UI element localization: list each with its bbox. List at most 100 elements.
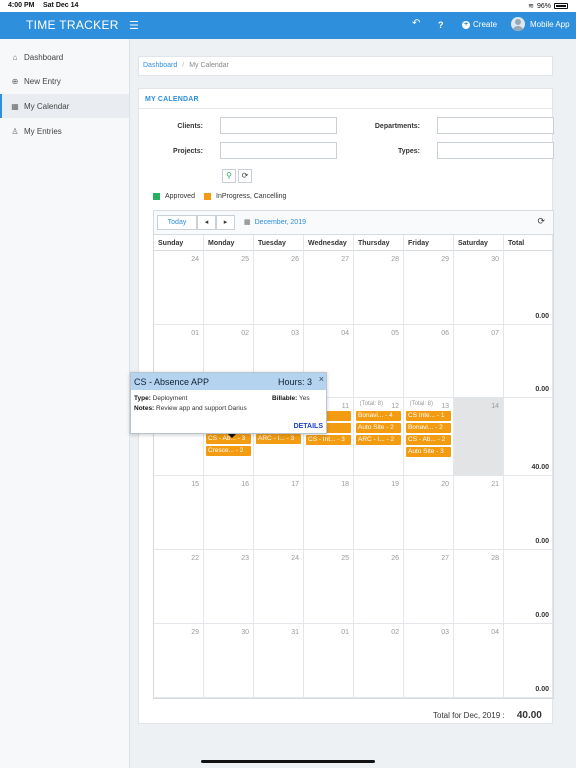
day-number: 17 [291,481,299,488]
day-cell[interactable]: 13 (Total: 8) CS Inte... - 1 Bonavi... - 2 C… [404,398,454,476]
day-header-wednesday: Wednesday [304,235,354,251]
day-cell[interactable]: 20 [404,476,454,550]
details-link[interactable]: DETAILS [294,423,323,430]
calendar-icon: ▦ [244,219,251,226]
departments-input[interactable] [437,117,554,134]
day-cell[interactable]: 15 [154,476,204,550]
calendar-event[interactable]: CS - Ab... - 2 [406,435,451,445]
day-cell[interactable]: 26 [254,251,304,325]
calendar-event[interactable]: Auto Site - 2 [356,423,401,433]
create-button[interactable]: + Create [462,20,497,29]
status-bar: 4:00 PM Sat Dec 14 ≋ 96% [0,0,576,12]
day-number: 26 [291,256,299,263]
day-cell[interactable]: 31 [254,624,304,698]
refresh-icon[interactable]: ⟳ [537,216,545,227]
month-picker[interactable]: ▦ December, 2019 [244,218,306,227]
day-cell[interactable]: 25 [304,550,354,624]
day-total: (Total: 8) [359,401,383,407]
types-input[interactable] [437,142,554,159]
calendar-event[interactable]: CS Inte... - 1 [406,411,451,421]
day-cell[interactable]: 27 [404,550,454,624]
calendar-event[interactable]: Auto Site - 3 [406,447,451,457]
calendar-grid: Today ◂ ▸ ▦ December, 2019 ⟳ Sunday Monda… [153,210,554,699]
day-cell[interactable]: 29 [404,251,454,325]
day-cell[interactable]: 06 [404,325,454,398]
day-header-tuesday: Tuesday [254,235,304,251]
grand-total-label: Total for Dec, 2019 : [433,711,505,720]
day-cell[interactable]: 26 [354,550,404,624]
divider [139,108,552,109]
week-total-value: 0.00 [535,313,549,320]
day-cell[interactable]: 22 [154,550,204,624]
help-icon[interactable]: ? [438,20,444,30]
day-number: 16 [241,481,249,488]
day-number: 25 [341,555,349,562]
page-title: MY CALENDAR [145,96,199,103]
day-number: 23 [241,555,249,562]
day-number: 15 [191,481,199,488]
calendar-event[interactable]: CS - Int... - 3 [306,435,351,445]
sidebar-item-dashboard[interactable]: ⌂ Dashboard [0,45,129,69]
status-date: Sat Dec 14 [43,2,79,9]
calendar-event[interactable]: Cresce... - 2 [206,446,251,456]
hamburger-menu-icon[interactable]: ☰ [129,19,139,32]
day-cell[interactable]: 17 [254,476,304,550]
calendar-event[interactable]: Bonavi... - 2 [406,423,451,433]
prev-month-button[interactable]: ◂ [197,215,216,230]
undo-icon[interactable]: ↶ [412,18,420,29]
day-cell[interactable]: 19 [354,476,404,550]
day-cell[interactable]: 16 [204,476,254,550]
day-cell[interactable]: 28 [454,550,504,624]
breadcrumb-current: My Calendar [189,62,229,69]
day-cell[interactable]: 21 [454,476,504,550]
day-cell[interactable]: 24 [254,550,304,624]
mobile-app-button[interactable]: Mobile App [511,17,570,31]
clients-input[interactable] [220,117,337,134]
day-cell[interactable]: 07 [454,325,504,398]
week-total-cell: 0.00 [504,251,553,325]
sidebar-item-my-calendar[interactable]: ▦ My Calendar [0,94,129,118]
day-cell[interactable]: 28 [354,251,404,325]
day-cell[interactable]: 27 [304,251,354,325]
day-cell[interactable]: 01 [304,624,354,698]
day-cell[interactable]: 03 [404,624,454,698]
calendar-event[interactable]: ARC - I... - 2 [356,435,401,445]
day-cell[interactable]: 23 [204,550,254,624]
day-header-thursday: Thursday [354,235,404,251]
day-cell[interactable]: 25 [204,251,254,325]
day-cell[interactable]: 05 [354,325,404,398]
calendar-event[interactable]: ARC - I... - 3 [256,434,301,444]
day-cell[interactable]: 30 [454,251,504,325]
close-icon[interactable]: × [319,374,324,384]
day-number: 01 [191,330,199,337]
app-brand[interactable]: TIME TRACKER [26,18,119,32]
week-total-value: 0.00 [535,612,549,619]
day-cell[interactable]: 18 [304,476,354,550]
home-icon: ⌂ [12,52,18,62]
projects-input[interactable] [220,142,337,159]
day-cell[interactable]: 29 [154,624,204,698]
user-icon: ♙ [11,126,19,136]
day-number: 13 [441,403,449,410]
next-month-button[interactable]: ▸ [216,215,235,230]
calendar-event[interactable]: Bonavi... - 4 [356,411,401,421]
sidebar-item-new-entry[interactable]: ⊕ New Entry [0,69,129,93]
day-cell[interactable]: 30 [204,624,254,698]
battery-icon [554,3,568,9]
sidebar-item-my-entries[interactable]: ♙ My Entries [0,119,129,143]
search-button[interactable]: ⚲ [222,169,236,183]
today-button[interactable]: Today [157,215,197,230]
breadcrumb-dashboard-link[interactable]: Dashboard [143,62,177,69]
day-cell[interactable]: 14 [454,398,504,476]
calendar-icon: ▦ [11,101,19,111]
day-cell[interactable]: 04 [454,624,504,698]
reset-button[interactable]: ⟳ [238,169,252,183]
day-number: 24 [191,256,199,263]
day-number: 25 [241,256,249,263]
day-header-sunday: Sunday [154,235,204,251]
day-cell[interactable]: 12 (Total: 8) Bonavi... - 4 Auto Site - 2 AR… [354,398,404,476]
plus-circle-icon: ⊕ [11,76,19,86]
legend-approved-label: Approved [165,193,195,200]
day-cell[interactable]: 24 [154,251,204,325]
day-cell[interactable]: 02 [354,624,404,698]
